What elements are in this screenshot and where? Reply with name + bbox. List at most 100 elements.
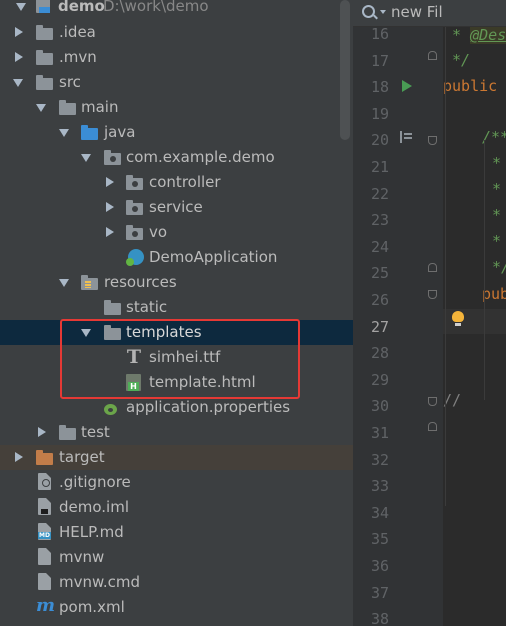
tree-row-template-html[interactable]: template.html [0,370,353,395]
tree-row-service[interactable]: service [0,195,353,220]
folder-icon [36,75,53,90]
fold-marker-icon[interactable] [428,263,437,272]
tree-row-demo-application[interactable]: DemoApplication [0,245,353,270]
tree-label-src: src [59,73,81,91]
line-number: 24 [370,237,389,256]
code-line-21: * [492,154,502,172]
folder-icon [36,50,53,65]
iml-file-icon [38,498,51,515]
excluded-folder-icon [36,450,53,465]
tree-label-java: java [104,123,136,141]
tree-row-vo[interactable]: vo [0,220,353,245]
tree-row-package[interactable]: com.example.demo [0,145,353,170]
line-number: 16 [370,25,389,43]
search-bar[interactable]: new Fil [353,0,506,27]
tree-row-pom[interactable]: m pom.xml [0,595,353,620]
fold-marker-icon[interactable] [428,290,437,299]
tree-row-controller[interactable]: controller [0,170,353,195]
tree-label-templates: templates [126,323,202,341]
font-file-icon: T [126,346,142,368]
tree-row-templates[interactable]: templates [0,320,353,345]
line-number: 37 [370,583,389,602]
chevron-right-icon[interactable] [38,427,46,437]
run-icon[interactable] [402,80,412,92]
chevron-right-icon[interactable] [106,202,114,212]
tree-row-application-properties[interactable]: application.properties [0,395,353,420]
resources-folder-icon [81,275,98,290]
tree-row-iml[interactable]: demo.iml [0,495,353,520]
line-number: 23 [370,211,389,230]
editor-gutter: 16 17 18 19 20 21 22 23 24 25 26 27 28 29 30 31 32 33 34 35… [353,0,443,626]
line-number: 36 [370,557,389,575]
tree-label-vo: vo [149,223,168,241]
chevron-down-icon[interactable] [59,129,69,137]
intention-bulb-icon[interactable] [452,311,464,326]
fold-marker-icon[interactable] [428,422,437,431]
tree-label-mvnw-cmd: mvnw.cmd [59,573,141,591]
line-number: 29 [370,370,389,389]
line-number: 26 [370,291,389,309]
source-folder-icon [81,125,98,140]
chevron-right-icon[interactable] [15,52,23,62]
folder-icon [36,25,53,40]
line-number: 19 [370,104,389,123]
folder-icon [104,300,121,315]
tree-row-idea[interactable]: .idea [0,20,353,45]
package-icon [126,175,143,190]
chevron-right-icon[interactable] [106,177,114,187]
chevron-down-icon[interactable] [81,329,91,337]
package-icon [104,150,121,165]
implemented-icon[interactable] [400,131,412,143]
module-folder-icon [36,0,52,13]
indent-guide [484,140,485,400]
search-input[interactable]: new Fil [391,3,443,21]
tree-row-project-root[interactable]: demo D:\work\demo [0,0,353,21]
tree-row-target[interactable]: target [0,445,353,470]
code-line-23: * [492,206,502,224]
code-comment: * [452,26,471,44]
tree-row-java[interactable]: java [0,120,353,145]
line-number: 21 [370,158,389,176]
line-number: 30 [370,397,389,416]
properties-file-icon [104,400,120,415]
line-number: 25 [370,264,389,283]
code-line-20: /** [482,128,506,146]
tree-row-resources[interactable]: resources [0,270,353,295]
line-number: 33 [370,477,389,496]
chevron-down-icon[interactable] [59,279,69,287]
fold-marker-icon[interactable] [428,51,437,60]
tree-row-mvnw-cmd[interactable]: mvnw.cmd [0,570,353,595]
chevron-right-icon[interactable] [106,227,114,237]
line-number: 38 [370,610,389,626]
fold-marker-icon[interactable] [428,136,437,145]
maven-file-icon: m [36,595,56,616]
chevron-down-icon[interactable] [16,3,26,11]
tree-row-src[interactable]: src [0,70,353,95]
tree-row-test[interactable]: test [0,420,353,445]
tree-row-main[interactable]: main [0,95,353,120]
tree-row-simhei[interactable]: T simhei.ttf [0,345,353,370]
chevron-down-icon[interactable] [380,10,386,14]
tree-label-iml: demo.iml [59,498,129,516]
code-line-16: * @Des [452,26,506,44]
chevron-right-icon[interactable] [15,27,23,37]
chevron-down-icon[interactable] [36,104,46,112]
code-line-17: */ [452,51,471,69]
file-icon [38,548,51,565]
chevron-right-icon[interactable] [15,452,23,462]
line-number: 17 [370,51,389,70]
fold-marker-icon[interactable] [428,397,437,406]
tree-row-help[interactable]: HELP.md [0,520,353,545]
code-line-26: publ [482,285,506,303]
tree-scrollbar[interactable] [340,0,350,140]
chevron-down-icon[interactable] [81,154,91,162]
tree-row-gitignore[interactable]: .gitignore [0,470,353,495]
tree-label-package: com.example.demo [126,148,275,166]
tree-row-static[interactable]: static [0,295,353,320]
tree-row-mvn[interactable]: .mvn [0,45,353,70]
tree-row-mvnw[interactable]: mvnw [0,545,353,570]
search-icon[interactable] [362,5,375,18]
chevron-down-icon[interactable] [13,79,23,87]
package-icon [126,200,143,215]
tree-label-idea: .idea [59,23,96,41]
